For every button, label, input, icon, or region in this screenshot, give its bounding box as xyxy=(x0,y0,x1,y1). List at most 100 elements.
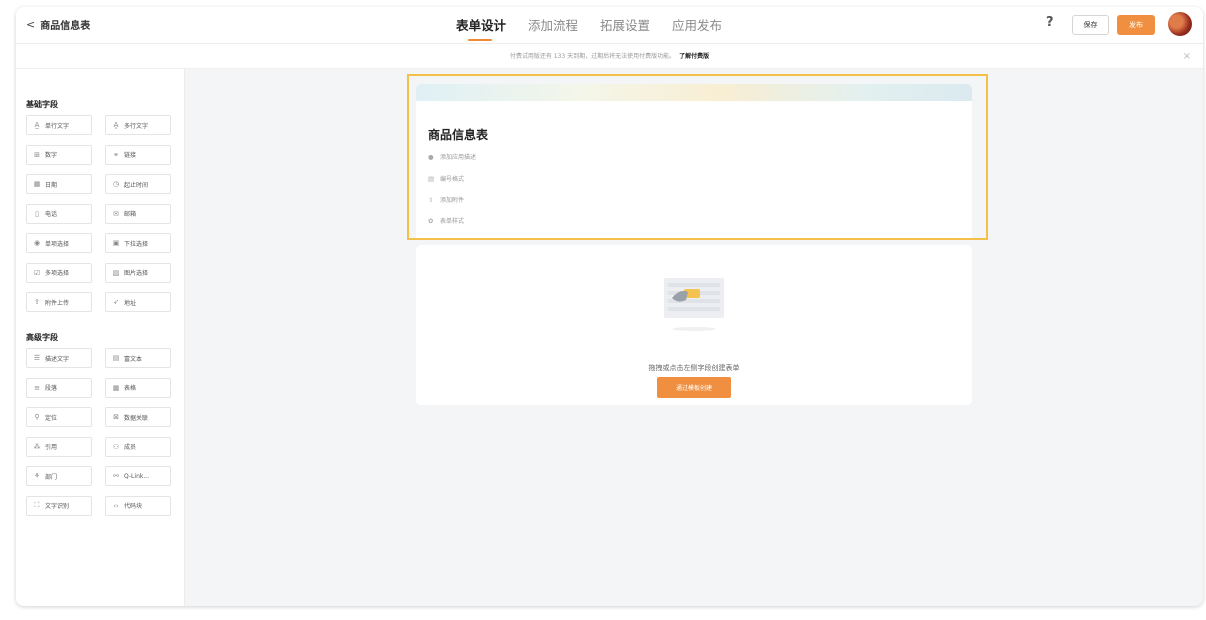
style-icon: ✿ xyxy=(428,216,434,225)
field-label: 引用 xyxy=(45,444,58,451)
tab-extension-settings[interactable]: 拓展设置 xyxy=(600,15,650,43)
rich-text-icon: ▤ xyxy=(112,354,120,362)
comment-icon: ● xyxy=(428,152,434,161)
field-description[interactable]: ☰ 描述文字 xyxy=(26,348,92,368)
field-qlink[interactable]: ⚯ Q-Link... xyxy=(105,466,171,486)
field-label: 起止时间 xyxy=(124,181,149,189)
field-data-link[interactable]: ⊠ 数据关联 xyxy=(105,407,171,427)
dropdown-icon: ▣ xyxy=(112,239,120,247)
option-label: 表单样式 xyxy=(440,218,465,225)
field-multi-line-text[interactable]: A͇ 多行文字 xyxy=(105,115,171,135)
empty-state-text: 拖拽或点击左侧字段创建表单 xyxy=(648,364,740,372)
number-icon: ⊞ xyxy=(34,150,40,159)
back-button[interactable]: < 商品信息表 xyxy=(26,17,90,32)
add-attachment-option[interactable]: ⇧ 添加附件 xyxy=(428,195,465,205)
radio-icon: ◉ xyxy=(33,239,41,247)
description-icon: ☰ xyxy=(33,354,41,362)
field-image-select[interactable]: ▨ 图片选择 xyxy=(105,262,171,283)
field-label: 成员 xyxy=(124,444,137,451)
add-description-option[interactable]: ● 添加应用描述 xyxy=(428,152,477,162)
tab-add-process[interactable]: 添加流程 xyxy=(528,15,578,43)
avatar[interactable] xyxy=(1168,12,1192,36)
field-label: 图片选择 xyxy=(124,270,149,277)
field-number[interactable]: ⊞ 数字 xyxy=(26,144,92,165)
learn-paid-link[interactable]: 了解付费版 xyxy=(679,53,709,60)
basic-fields-title: 基础字段 xyxy=(26,100,58,109)
paragraph-icon: ≡ xyxy=(34,383,40,392)
option-label: 编号格式 xyxy=(440,176,465,183)
form-header-card[interactable]: 商品信息表 ● 添加应用描述 ▤ 编号格式 ⇧ 添加附件 ✿ 表单样式 xyxy=(416,84,972,240)
field-phone[interactable]: ▯ 电话 xyxy=(26,203,92,224)
field-label: 文字识别 xyxy=(45,503,70,510)
mail-icon: ✉ xyxy=(113,209,119,218)
option-label: 添加附件 xyxy=(440,197,465,204)
field-locate[interactable]: ⚲ 定位 xyxy=(26,407,92,427)
field-link[interactable]: ⚭ 链接 xyxy=(105,144,171,165)
form-banner xyxy=(416,84,972,101)
field-location[interactable]: ➶ 地址 xyxy=(105,292,171,312)
number-format-icon: ▤ xyxy=(428,174,435,183)
locate-icon: ⚲ xyxy=(34,413,40,421)
field-rich-text[interactable]: ▤ 富文本 xyxy=(105,348,171,368)
field-dropdown[interactable]: ▣ 下拉选择 xyxy=(105,233,171,253)
quote-icon: ⁂ xyxy=(33,442,41,451)
attachment-icon: ⇧ xyxy=(428,195,434,204)
app-window: < 商品信息表 表单设计 添加流程 拓展设置 应用发布 ? 保存 发布 付费试用… xyxy=(16,7,1203,606)
tab-app-publish[interactable]: 应用发布 xyxy=(672,15,722,43)
field-upload[interactable]: ⇪ 附件上传 xyxy=(26,292,92,312)
tab-form-design[interactable]: 表单设计 xyxy=(456,15,506,43)
field-label: 单行文字 xyxy=(45,122,70,130)
field-code[interactable]: ‹› 代码块 xyxy=(105,495,171,516)
field-label: 地址 xyxy=(124,299,137,307)
qlink-icon: ⚯ xyxy=(113,472,119,480)
field-quote[interactable]: ⁂ 引用 xyxy=(26,436,92,457)
field-label: 多行文字 xyxy=(124,122,149,130)
publish-button[interactable]: 发布 xyxy=(1117,15,1155,35)
field-time-range[interactable]: ◷ 起止时间 xyxy=(105,174,171,194)
field-label: 下拉选择 xyxy=(124,240,149,248)
option-label: 添加应用描述 xyxy=(440,154,477,161)
empty-form-area: 拖拽或点击左侧字段创建表单 通过模板创建 xyxy=(416,245,972,405)
field-mail[interactable]: ✉ 邮箱 xyxy=(105,203,171,224)
field-table[interactable]: ▦ 表格 xyxy=(105,377,171,398)
data-link-icon: ⊠ xyxy=(113,413,119,421)
field-sidebar: 基础字段 A̲ 单行文字 A͇ 多行文字 ⊞ 数字 ⚭ 链接 ▦ 日期 ◷ 起止时间 ▯ 电话 ✉ 邮箱 ◉ 单项… xyxy=(16,69,185,606)
field-member[interactable]: ⚇ 成员 xyxy=(105,436,171,457)
field-label: 代码块 xyxy=(124,503,143,510)
field-label: 段落 xyxy=(45,385,58,392)
image-select-icon: ▨ xyxy=(112,268,120,277)
field-label: 单项选择 xyxy=(45,240,70,248)
field-radio[interactable]: ◉ 单项选择 xyxy=(26,233,92,253)
location-icon: ➶ xyxy=(113,298,119,306)
field-label: 数据关联 xyxy=(124,414,149,422)
single-line-text-icon: A̲ xyxy=(34,121,40,129)
save-button[interactable]: 保存 xyxy=(1072,15,1109,35)
upload-icon: ⇪ xyxy=(34,298,40,306)
field-label: 部门 xyxy=(45,473,58,481)
tab-bar: 表单设计 添加流程 拓展设置 应用发布 xyxy=(456,15,744,43)
field-date[interactable]: ▦ 日期 xyxy=(26,174,92,194)
ocr-icon: ⛶ xyxy=(34,501,40,509)
form-style-option[interactable]: ✿ 表单样式 xyxy=(428,216,465,226)
field-single-line-text[interactable]: A̲ 单行文字 xyxy=(26,115,92,135)
field-label: 富文本 xyxy=(124,355,143,363)
field-department[interactable]: ⚘ 部门 xyxy=(26,466,92,486)
advanced-fields-title: 高级字段 xyxy=(26,333,58,342)
multi-line-text-icon: A͇ xyxy=(113,121,119,129)
create-from-template-button[interactable]: 通过模板创建 xyxy=(657,377,731,398)
link-icon: ⚭ xyxy=(113,150,119,159)
close-icon[interactable]: × xyxy=(1183,44,1191,69)
checkbox-icon: ☑ xyxy=(33,268,41,277)
field-checkbox[interactable]: ☑ 多项选择 xyxy=(26,262,92,283)
member-icon: ⚇ xyxy=(112,442,120,451)
help-icon[interactable]: ? xyxy=(1046,15,1054,30)
field-label: 邮箱 xyxy=(124,211,137,218)
form-title[interactable]: 商品信息表 xyxy=(428,126,488,143)
field-ocr[interactable]: ⛶ 文字识别 xyxy=(26,495,92,516)
empty-form-illustration xyxy=(664,278,724,331)
number-format-option[interactable]: ▤ 编号格式 xyxy=(428,174,465,184)
field-label: Q-Link... xyxy=(124,472,150,480)
field-label: 表格 xyxy=(124,385,137,392)
table-icon: ▦ xyxy=(112,383,120,392)
field-paragraph[interactable]: ≡ 段落 xyxy=(26,377,92,398)
